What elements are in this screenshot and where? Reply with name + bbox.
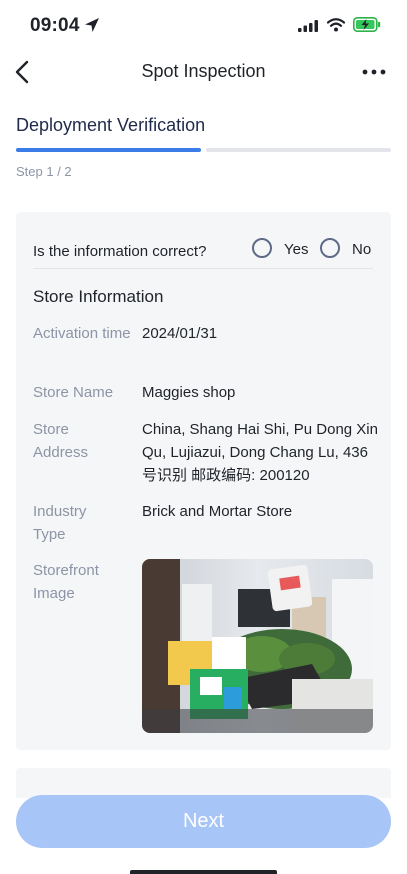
question-text: Is the information correct? bbox=[33, 243, 207, 260]
radio-yes[interactable] bbox=[252, 238, 272, 258]
section-title: Deployment Verification bbox=[16, 115, 206, 135]
divider bbox=[33, 268, 373, 269]
radio-yes-label[interactable]: Yes bbox=[284, 241, 308, 258]
progress-segment-remaining bbox=[206, 148, 391, 152]
cellular-signal-icon bbox=[298, 20, 318, 32]
status-time: 09:04 bbox=[30, 15, 80, 36]
more-horizontal-icon[interactable] bbox=[361, 62, 387, 82]
correctness-question: Is the information correct? Yes No bbox=[33, 232, 373, 270]
location-arrow-icon bbox=[85, 18, 99, 32]
wifi-icon bbox=[327, 18, 345, 32]
home-indicator bbox=[130, 870, 277, 874]
status-bar: 09:04 bbox=[0, 0, 407, 50]
storefront-image[interactable] bbox=[142, 559, 373, 733]
store-info-heading: Store Information bbox=[33, 287, 164, 306]
info-value: 2024/01/31 bbox=[142, 325, 218, 342]
info-label: Store Address bbox=[33, 421, 89, 461]
page-title: Spot Inspection bbox=[141, 61, 266, 81]
step-indicator: Step 1 / 2 bbox=[16, 164, 72, 179]
next-button[interactable]: Next bbox=[16, 795, 391, 848]
info-value: Brick and Mortar Store bbox=[142, 503, 293, 520]
radio-no-label[interactable]: No bbox=[352, 241, 371, 258]
info-value: China, Shang Hai Shi, Pu Dong Xin Qu, Lu… bbox=[142, 421, 378, 484]
info-value: Maggies shop bbox=[142, 384, 236, 401]
store-info-card: Is the information correct? Yes No Store… bbox=[16, 212, 391, 750]
nav-bar: Spot Inspection bbox=[0, 50, 407, 94]
info-label: Store Name bbox=[33, 384, 114, 401]
radio-no[interactable] bbox=[320, 238, 340, 258]
progress-segment-current bbox=[16, 148, 201, 152]
battery-charging-icon bbox=[353, 17, 381, 32]
info-label: Industry Type bbox=[33, 503, 87, 543]
step-progress-bar bbox=[16, 148, 391, 152]
info-label: Storefront Image bbox=[33, 562, 99, 602]
next-card-peek bbox=[16, 768, 391, 798]
info-label: Activation time bbox=[33, 325, 131, 342]
